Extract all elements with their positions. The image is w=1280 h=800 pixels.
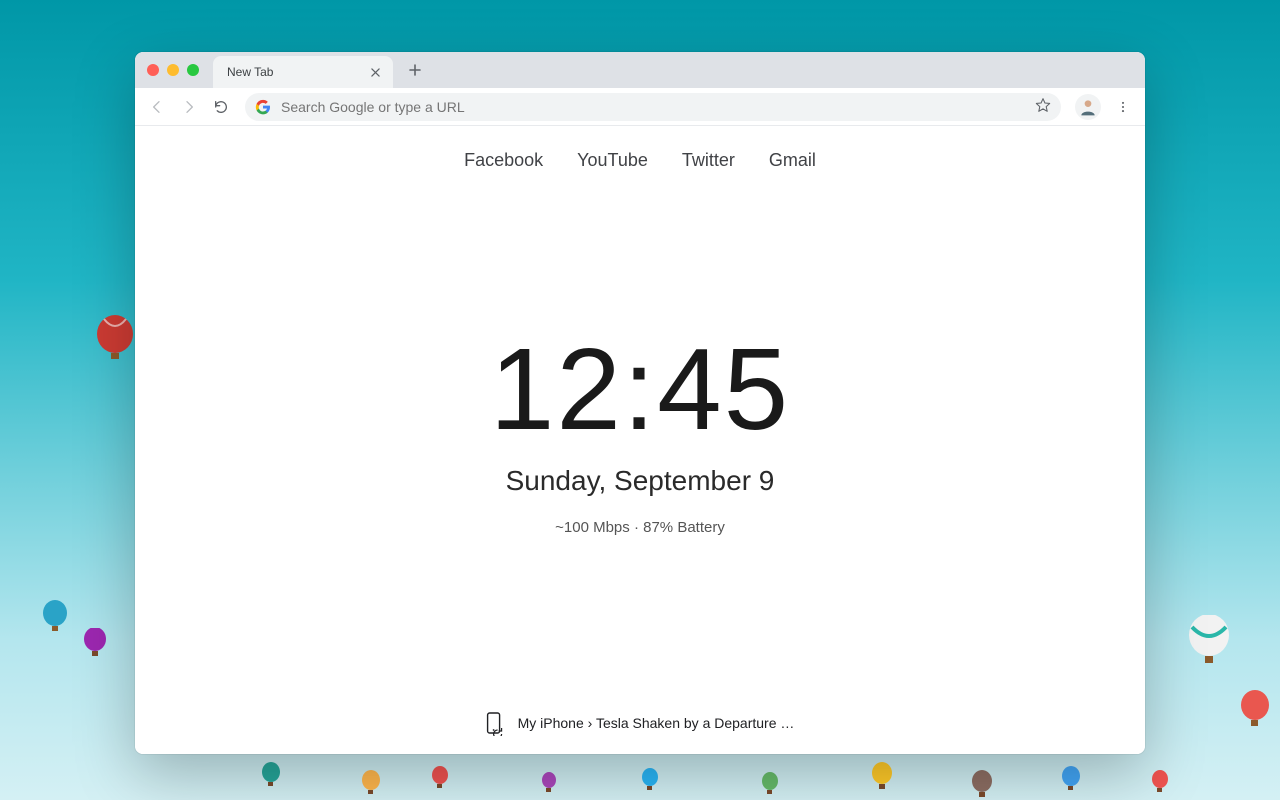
- handoff-text: My iPhone › Tesla Shaken by a Departure …: [518, 715, 795, 731]
- bookmark-button[interactable]: [1035, 97, 1051, 116]
- balloon-decor: [640, 768, 660, 794]
- balloon-decor: [40, 600, 70, 642]
- balloon-decor: [1060, 766, 1082, 794]
- quick-link-twitter[interactable]: Twitter: [682, 150, 735, 171]
- address-bar[interactable]: [245, 93, 1061, 121]
- star-icon: [1035, 97, 1051, 113]
- tab-title: New Tab: [227, 65, 273, 79]
- avatar-icon: [1078, 97, 1098, 117]
- kebab-menu-icon: [1116, 100, 1130, 114]
- balloon-decor: [1238, 690, 1272, 736]
- close-icon: [371, 68, 380, 77]
- handoff-sep: ›: [584, 715, 596, 731]
- handoff-title: Tesla Shaken by a Departure …: [596, 715, 794, 731]
- profile-avatar-button[interactable]: [1075, 94, 1101, 120]
- google-icon: [255, 99, 271, 115]
- tab-strip: New Tab: [135, 52, 1145, 88]
- arrow-left-icon: [149, 99, 165, 115]
- balloon-decor: [760, 772, 780, 798]
- quick-link-youtube[interactable]: YouTube: [577, 150, 648, 171]
- browser-tab[interactable]: New Tab: [213, 56, 393, 88]
- balloon-decor: [870, 762, 894, 792]
- balloon-decor: [430, 766, 450, 792]
- forward-button[interactable]: [175, 93, 203, 121]
- browser-window: New Tab: [135, 52, 1145, 754]
- window-close-button[interactable]: [147, 64, 159, 76]
- handoff-device: My iPhone: [518, 715, 584, 731]
- handoff-row[interactable]: My iPhone › Tesla Shaken by a Departure …: [486, 712, 795, 734]
- browser-toolbar: [135, 88, 1145, 126]
- address-input[interactable]: [281, 99, 1035, 115]
- handoff-phone-icon: [486, 712, 504, 734]
- center-info: 12:45 Sunday, September 9 ~100 Mbps · 87…: [490, 331, 790, 536]
- balloon-decor: [540, 772, 558, 796]
- clock-date: Sunday, September 9: [490, 465, 790, 497]
- balloon-decor: [82, 628, 108, 664]
- quick-link-gmail[interactable]: Gmail: [769, 150, 816, 171]
- back-button[interactable]: [143, 93, 171, 121]
- plus-icon: [409, 64, 421, 76]
- arrow-right-icon: [181, 99, 197, 115]
- balloon-decor: [260, 762, 282, 790]
- balloon-decor: [970, 770, 994, 800]
- reload-icon: [213, 99, 229, 115]
- balloon-decor: [360, 770, 382, 798]
- status-separator: ·: [630, 519, 643, 536]
- browser-menu-button[interactable]: [1109, 93, 1137, 121]
- balloon-decor: [1150, 770, 1170, 796]
- quick-link-facebook[interactable]: Facebook: [464, 150, 543, 171]
- status-line: ~100 Mbps · 87% Battery: [490, 519, 790, 536]
- clock-time: 12:45: [490, 331, 790, 447]
- status-battery: 87% Battery: [643, 519, 725, 536]
- quick-links-bar: Facebook YouTube Twitter Gmail: [464, 150, 816, 171]
- window-traffic-lights: [147, 64, 199, 76]
- window-maximize-button[interactable]: [187, 64, 199, 76]
- page-content: Facebook YouTube Twitter Gmail 12:45 Sun…: [135, 126, 1145, 754]
- balloon-decor: [1186, 615, 1232, 675]
- tab-close-button[interactable]: [367, 64, 383, 80]
- balloon-decor: [94, 315, 136, 373]
- reload-button[interactable]: [207, 93, 235, 121]
- new-tab-button[interactable]: [401, 56, 429, 84]
- window-minimize-button[interactable]: [167, 64, 179, 76]
- status-speed: ~100 Mbps: [555, 519, 630, 536]
